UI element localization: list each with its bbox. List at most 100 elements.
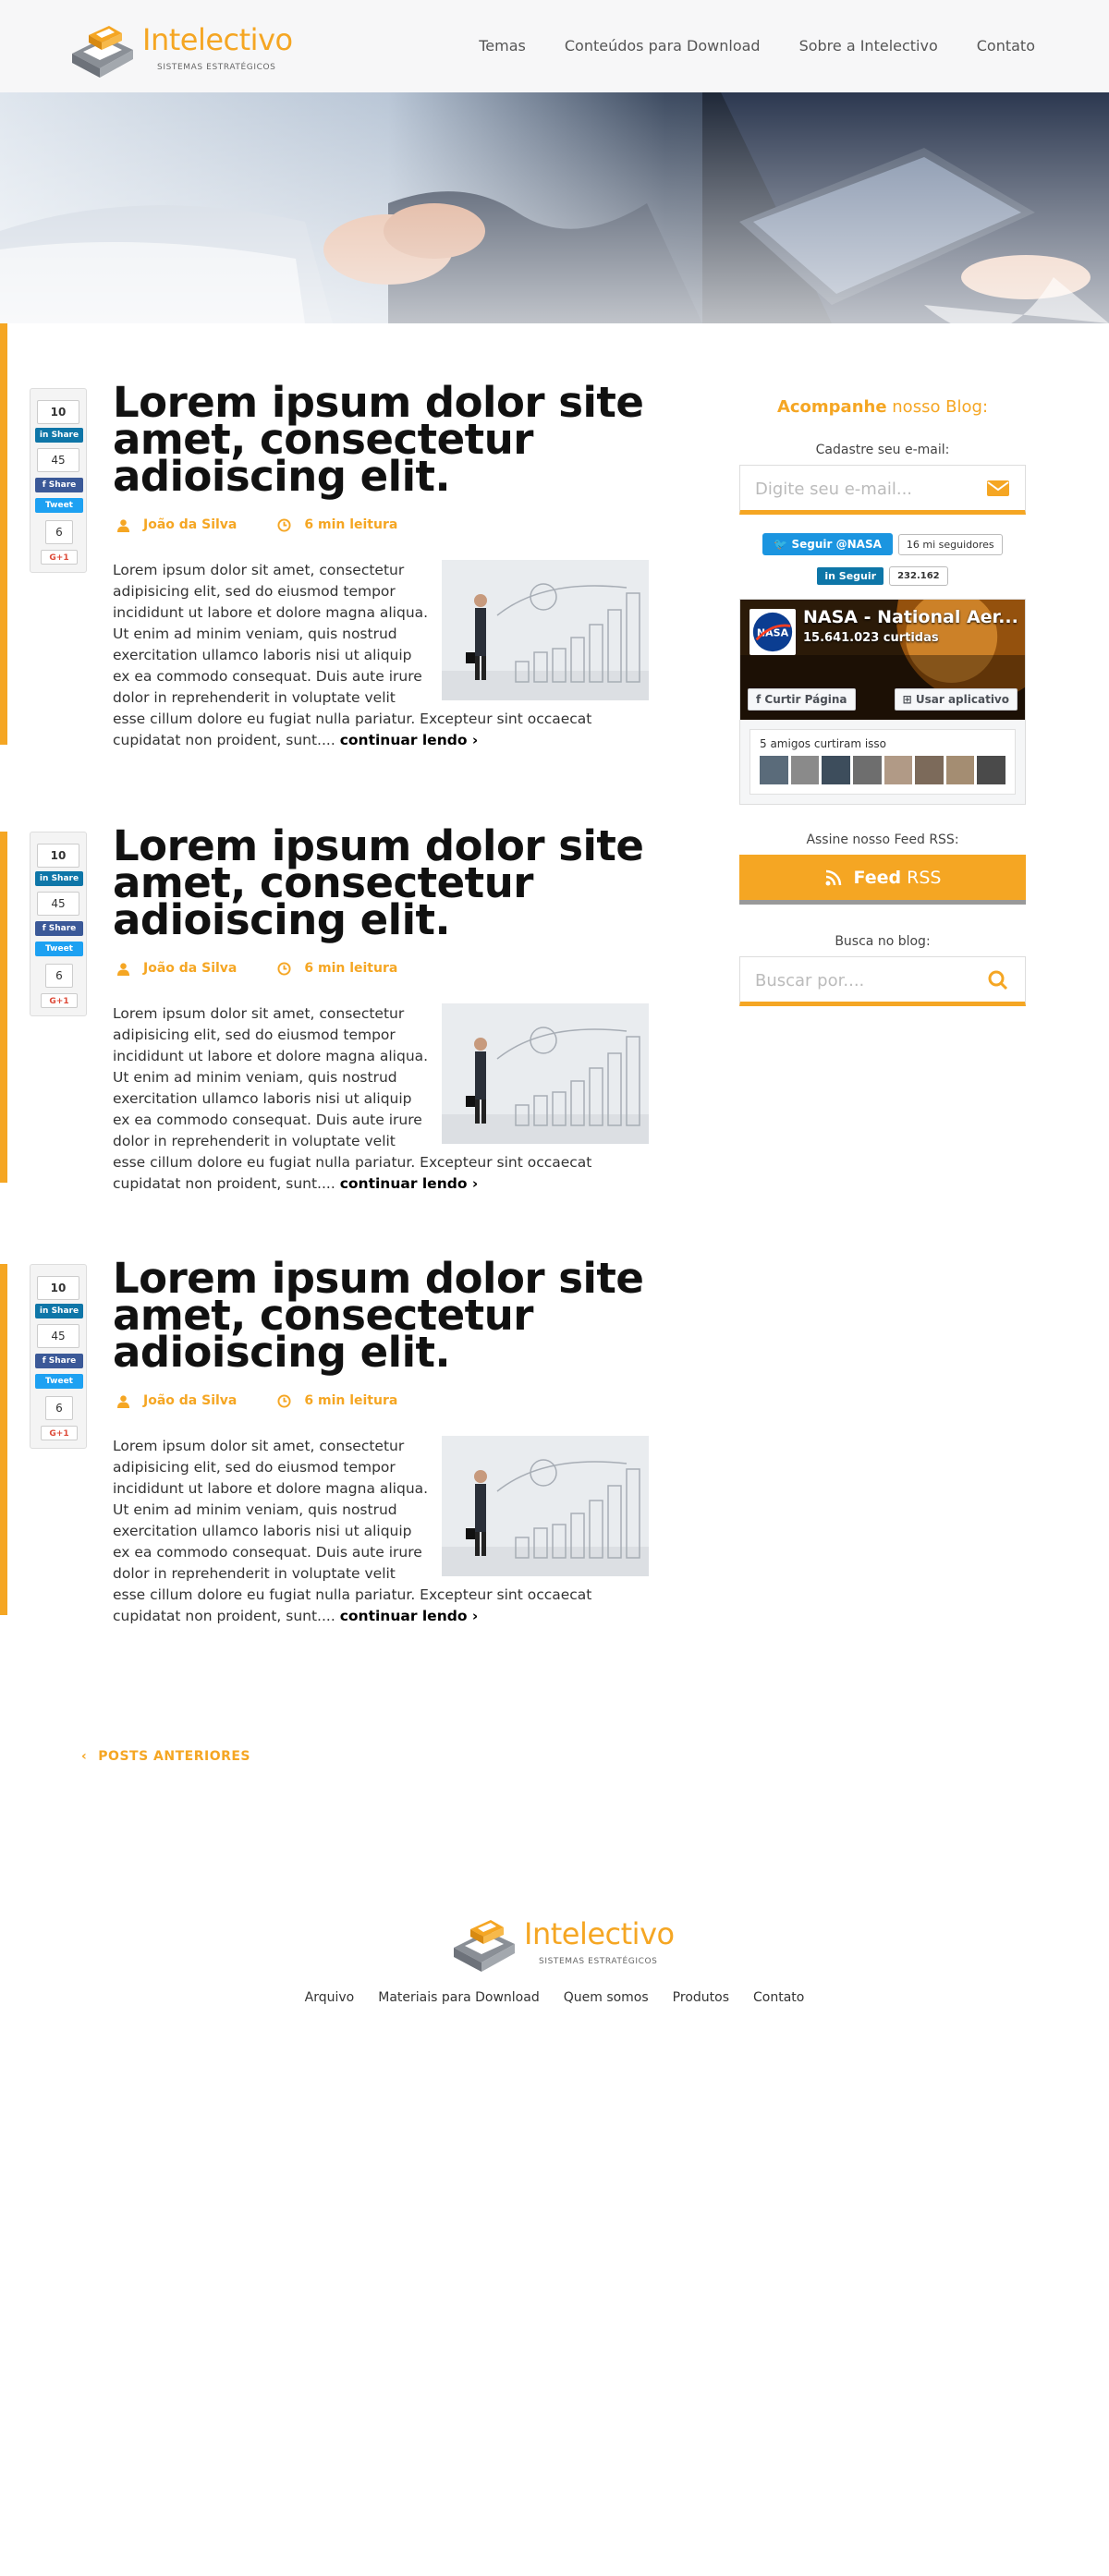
nav-item-sobre[interactable]: Sobre a Intelectivo [799,37,938,55]
linkedin-share-button[interactable]: in Share [35,1304,83,1318]
avatar[interactable] [760,756,788,784]
footer-link-arquivo[interactable]: Arquivo [305,1990,355,2005]
businessman-chart-image[interactable] [442,1436,649,1576]
sidebar-title: Acompanhe nosso Blog: [776,397,989,417]
avatar[interactable] [945,756,975,784]
handshake-hero-image [0,92,1109,323]
gplus-count: 6 [45,520,73,544]
post-read-time: 6 min leitura [277,1393,397,1408]
twitter-tweet-button[interactable]: Tweet [35,1374,83,1389]
chevron-left-icon: ‹ [81,1749,88,1764]
user-icon [116,962,130,976]
post-author[interactable]: João da Silva [116,517,237,532]
linkedin-share-button[interactable]: in Share [35,428,83,443]
twitter-follow-button[interactable]: 🐦 Seguir @NASA [762,533,893,555]
post-read-time: 6 min leitura [277,961,397,976]
avatar[interactable] [977,756,1005,784]
blog-post: 10 in Share 45 f Share Tweet 6 G+1 Lorem… [0,813,702,1201]
user-icon [116,1394,130,1408]
post-read-time: 6 min leitura [277,517,397,532]
facebook-cover: NASA NASA - National Aer... 15.641.023 c… [740,600,1025,720]
post-title[interactable]: Lorem ipsum dolor site amet, consectetur… [113,382,649,497]
facebook-like-button[interactable]: f Curtir Página [748,688,856,711]
share-widget: 10 in Share 45 f Share Tweet 6 G+1 [30,1264,87,1449]
clock-icon [277,961,291,976]
post-author[interactable]: João da Silva [116,961,237,976]
facebook-use-app-button[interactable]: ⊞ Usar aplicativo [894,688,1018,711]
gplus-button[interactable]: G+1 [41,1426,78,1440]
brand-logo[interactable]: Intelectivo SISTEMAS ESTRATÉGICOS [68,11,293,85]
post-excerpt: Lorem ipsum dolor sit amet, consectetur … [113,560,649,751]
blog-post: 10 in Share 45 f Share Tweet 6 G+1 Lorem… [0,292,702,758]
avatar[interactable] [852,756,882,784]
businessman-chart-image[interactable] [442,560,649,700]
twitter-tweet-button[interactable]: Tweet [35,498,83,513]
linkedin-share-count: 45 [37,448,79,472]
continue-reading-link[interactable]: continuar lendo › [340,732,479,748]
avatar[interactable] [915,756,944,784]
clock-icon [277,517,291,532]
linkedin-share-count: 45 [37,1324,79,1348]
clock-icon [277,1393,291,1408]
share-total: 10 [37,1276,79,1300]
twitter-followers-count: 16 mi seguidores [897,533,1003,555]
post-title[interactable]: Lorem ipsum dolor site amet, consectetur… [113,1258,649,1373]
gplus-button[interactable]: G+1 [41,550,78,565]
brand-name: Intelectivo [142,22,293,57]
main-nav: Temas Conteúdos para Download Sobre a In… [479,37,1035,55]
linkedin-share-button[interactable]: in Share [35,871,83,886]
rss-label: Assine nosso Feed RSS: [806,832,959,847]
search-icon[interactable] [986,969,1010,990]
footer-link-quem-somos[interactable]: Quem somos [564,1990,649,2005]
post-title[interactable]: Lorem ipsum dolor site amet, consectetur… [113,825,649,941]
email-field[interactable]: Digite seu e-mail... [739,465,1026,515]
nav-item-downloads[interactable]: Conteúdos para Download [565,37,761,55]
post-accent-bar [0,1264,7,1615]
nasa-logo[interactable]: NASA [749,609,796,655]
continue-reading-link[interactable]: continuar lendo › [340,1608,479,1624]
linkedin-follow-button[interactable]: in Seguir [817,567,884,585]
logo-mark-icon [72,26,133,78]
twitter-tweet-button[interactable]: Tweet [35,942,83,956]
gplus-count: 6 [45,964,73,988]
post-meta: João da Silva 6 min leitura [116,961,397,976]
avatar[interactable] [790,756,820,784]
share-total: 10 [37,400,79,424]
email-label: Cadastre seu e-mail: [815,443,950,457]
avatar[interactable] [822,756,850,784]
facebook-page-widget: NASA NASA - National Aer... 15.641.023 c… [739,599,1026,805]
continue-reading-link[interactable]: continuar lendo › [340,1175,479,1192]
businessman-chart-image[interactable] [442,1003,649,1144]
facebook-share-button[interactable]: f Share [35,478,83,492]
footer-link-materiais[interactable]: Materiais para Download [378,1990,539,2005]
logo-mark-icon [454,1920,515,1972]
envelope-icon[interactable] [986,478,1010,498]
footer-link-contato[interactable]: Contato [753,1990,804,2005]
hero-banner [0,92,1109,323]
facebook-share-button[interactable]: f Share [35,1354,83,1368]
twitter-follow-row: 🐦 Seguir @NASA 16 mi seguidores [739,533,1026,555]
sidebar: Acompanhe nosso Blog: Cadastre seu e-mai… [739,397,1026,1006]
post-meta: João da Silva 6 min leitura [116,1393,397,1408]
search-input[interactable]: Buscar por.... [739,956,1026,1006]
user-icon [116,518,130,532]
gplus-count: 6 [45,1396,73,1420]
footer-link-produtos[interactable]: Produtos [673,1990,729,2005]
avatar[interactable] [884,756,913,784]
nav-item-contato[interactable]: Contato [977,37,1035,55]
linkedin-follower-count: 232.162 [889,566,948,586]
facebook-page-name[interactable]: NASA - National Aer... [803,607,1018,627]
post-excerpt: Lorem ipsum dolor sit amet, consectetur … [113,1003,649,1195]
previous-posts-link[interactable]: ‹ POSTS ANTERIORES [81,1749,250,1764]
post-author[interactable]: João da Silva [116,1393,237,1408]
facebook-share-button[interactable]: f Share [35,921,83,936]
facebook-friends-box: 5 amigos curtiram isso [749,729,1016,795]
search-label: Busca no blog: [835,934,931,949]
site-header: Intelectivo SISTEMAS ESTRATÉGICOS Temas … [0,0,1109,92]
footer-logo[interactable]: Intelectivo SISTEMAS ESTRATÉGICOS [450,1905,675,1979]
post-accent-bar [0,292,7,745]
gplus-button[interactable]: G+1 [41,993,78,1008]
nav-item-temas[interactable]: Temas [479,37,526,55]
rss-icon [825,869,841,885]
rss-feed-button[interactable]: Feed RSS [739,855,1026,905]
